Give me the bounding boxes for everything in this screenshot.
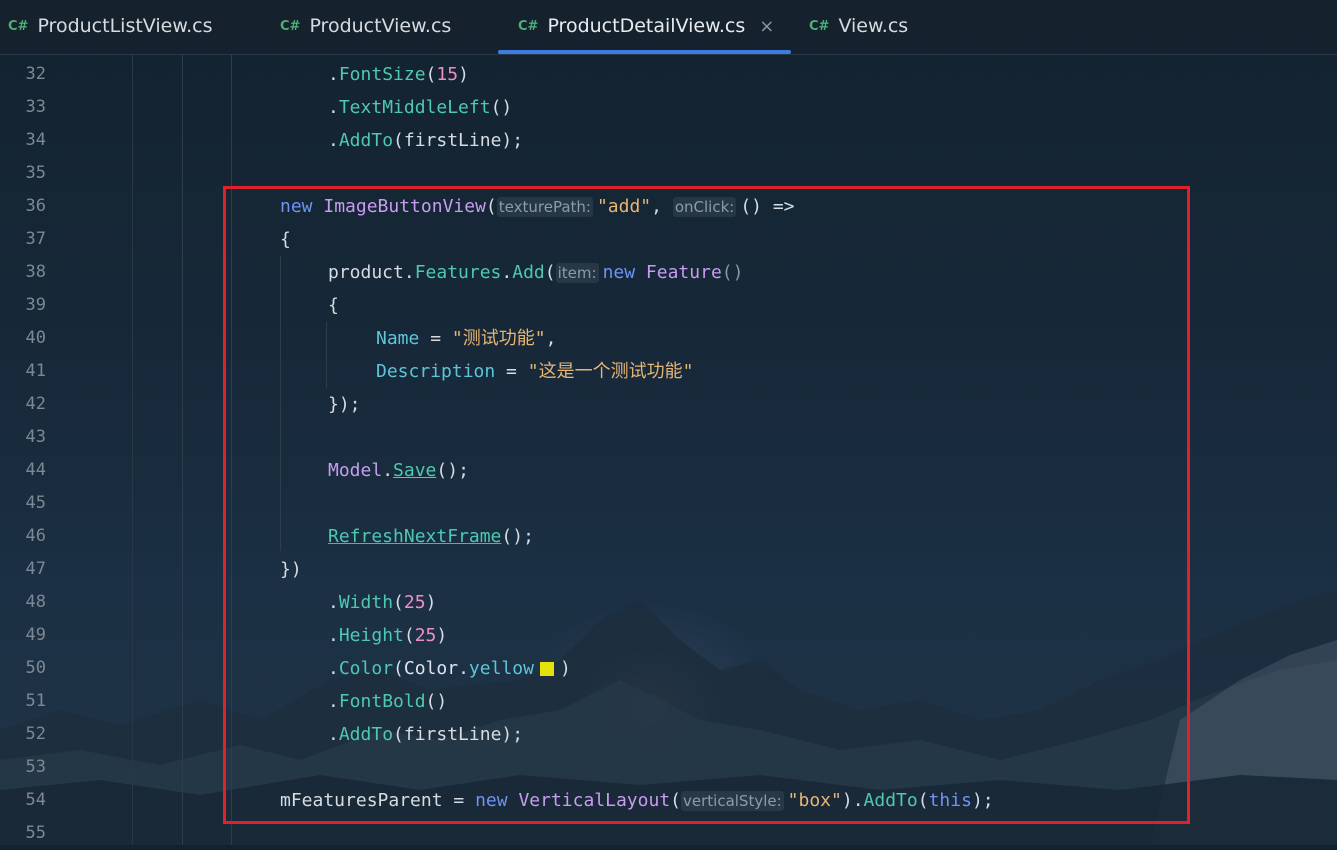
indent-guide [182, 54, 183, 845]
tab-label: View.cs [838, 15, 909, 37]
csharp-file-icon: C# [809, 18, 830, 34]
code-line-34[interactable]: .AddTo(firstLine); [328, 124, 523, 157]
line-number: 32 [25, 64, 46, 84]
highlight-annotation-box [223, 186, 1190, 824]
punct: ) [458, 64, 469, 85]
tab-view[interactable]: C# View.cs [809, 0, 908, 52]
tab-productview[interactable]: C# ProductView.cs [280, 0, 451, 52]
line-number: 52 [25, 724, 46, 744]
line-number: 51 [25, 691, 46, 711]
active-tab-indicator [498, 50, 791, 54]
code-line-32[interactable]: .FontSize(15) [328, 58, 469, 91]
line-number: 34 [25, 130, 46, 150]
line-number: 42 [25, 394, 46, 414]
csharp-file-icon: C# [280, 18, 301, 34]
csharp-file-icon: C# [8, 18, 29, 34]
line-number: 39 [25, 295, 46, 315]
line-number: 40 [25, 328, 46, 348]
line-number: 47 [25, 559, 46, 579]
method-name: FontSize [338, 64, 426, 85]
method-name: AddTo [338, 130, 394, 151]
tab-label: ProductView.cs [309, 15, 452, 37]
editor-tab-bar: C# ProductListView.cs C# ProductView.cs … [0, 0, 1337, 55]
code-line-33[interactable]: .TextMiddleLeft() [328, 91, 512, 124]
line-number: 49 [25, 625, 46, 645]
line-number: 53 [25, 757, 46, 777]
line-number: 46 [25, 526, 46, 546]
punct: () [490, 97, 513, 118]
tab-label: ProductDetailView.cs [547, 15, 746, 37]
line-number: 43 [25, 427, 46, 447]
line-number: 44 [25, 460, 46, 480]
line-number: 48 [25, 592, 46, 612]
line-number: 45 [25, 493, 46, 513]
code-text: (firstLine); [393, 130, 524, 151]
punct: . [328, 64, 339, 85]
close-icon[interactable]: × [759, 16, 774, 37]
punct: . [328, 130, 339, 151]
line-number: 50 [25, 658, 46, 678]
gutter-separator [132, 54, 133, 845]
punct: . [328, 97, 339, 118]
line-number: 35 [25, 163, 46, 183]
tab-label: ProductListView.cs [37, 15, 213, 37]
line-number: 54 [25, 790, 46, 810]
number-literal: 15 [436, 64, 459, 85]
tab-productlistview[interactable]: C# ProductListView.cs [8, 0, 213, 52]
line-number: 55 [25, 823, 46, 843]
line-number: 33 [25, 97, 46, 117]
line-number: 36 [25, 196, 46, 216]
line-number: 38 [25, 262, 46, 282]
line-number: 37 [25, 229, 46, 249]
line-number: 41 [25, 361, 46, 381]
csharp-file-icon: C# [518, 18, 539, 34]
punct: ( [425, 64, 437, 85]
method-name: TextMiddleLeft [338, 97, 491, 118]
tab-productdetailview[interactable]: C# ProductDetailView.cs × [518, 0, 774, 52]
